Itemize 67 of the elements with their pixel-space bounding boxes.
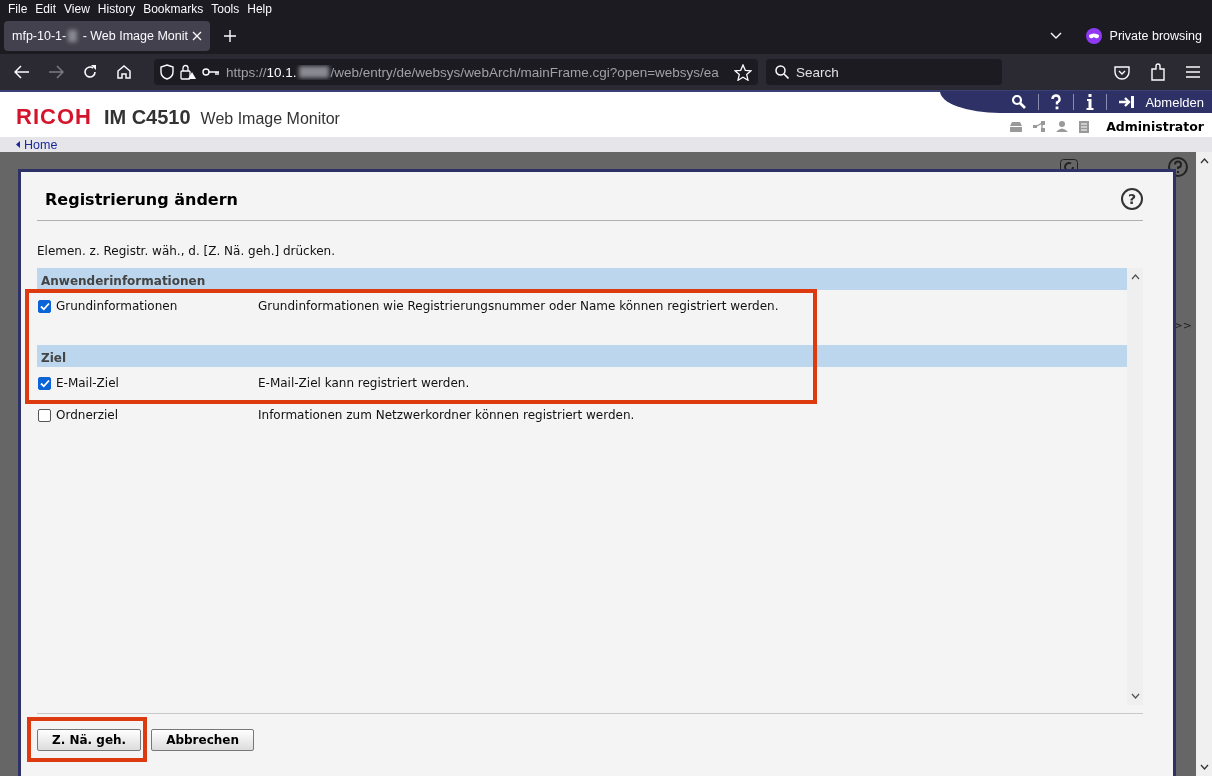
- blurred-text: [68, 30, 78, 42]
- option-description: E-Mail-Ziel kann registriert werden.: [258, 376, 470, 390]
- home-icon[interactable]: [116, 64, 132, 80]
- option-label[interactable]: Grundinformationen: [56, 299, 258, 313]
- reload-icon[interactable]: [82, 64, 98, 80]
- puzzle-icon[interactable]: [1150, 63, 1166, 81]
- checkbox[interactable]: [38, 299, 51, 313]
- chevron-up-icon[interactable]: [1199, 158, 1209, 164]
- checkbox[interactable]: [38, 376, 51, 390]
- forward-icon[interactable]: [48, 65, 64, 79]
- network-icon: [1033, 121, 1046, 132]
- back-icon[interactable]: [14, 65, 30, 79]
- menu-item[interactable]: Bookmarks: [139, 2, 208, 16]
- option-description: Informationen zum Netzwerkordner können registriert werden.: [258, 408, 635, 422]
- info-icon[interactable]: [1086, 94, 1095, 110]
- url-text: 10.1.: [266, 64, 297, 80]
- address-bar[interactable]: https://10.1. /web/entry/de/websys/webArch/mainFrame.cgi?open=websys/ea: [154, 59, 758, 85]
- chevron-down-icon[interactable]: [1130, 693, 1140, 699]
- chevron-up-icon[interactable]: [1130, 274, 1140, 280]
- menu-item[interactable]: History: [93, 2, 140, 16]
- blurred-text: [298, 66, 329, 78]
- help-icon[interactable]: [1168, 157, 1188, 177]
- pocket-icon[interactable]: [1114, 64, 1130, 80]
- url-text: https://: [226, 64, 267, 80]
- help-button[interactable]: ?: [1121, 188, 1143, 210]
- scrollbar[interactable]: [1127, 268, 1143, 705]
- chevron-down-icon[interactable]: [1199, 764, 1209, 770]
- lock-warning-icon: [180, 64, 196, 80]
- plus-icon[interactable]: [224, 30, 236, 42]
- key-icon: [202, 67, 220, 77]
- mask-icon: [1085, 28, 1102, 44]
- private-browsing-label: Private browsing: [1109, 29, 1202, 43]
- tray-icon: [1010, 121, 1023, 132]
- section-heading: Ziel: [37, 345, 1127, 367]
- product-name: Web Image Monitor: [200, 110, 340, 128]
- browser-tab[interactable]: mfp-10-1- - Web Image Monit: [4, 21, 210, 51]
- menu-item[interactable]: Tools: [207, 2, 244, 16]
- menu-item[interactable]: Help: [243, 2, 276, 16]
- close-icon[interactable]: [192, 31, 202, 41]
- scrollbar[interactable]: [1196, 152, 1212, 776]
- checkbox[interactable]: [38, 408, 51, 422]
- star-icon[interactable]: [734, 63, 752, 81]
- dialog-button[interactable]: Abbrechen: [151, 729, 255, 751]
- menu-item[interactable]: Edit: [31, 2, 61, 16]
- logout-link[interactable]: Abmelden: [1145, 94, 1204, 110]
- menu-item[interactable]: File: [4, 2, 32, 16]
- help-icon[interactable]: [1051, 94, 1062, 110]
- dialog-title: Registrierung ändern: [45, 189, 238, 209]
- model-name: IM C4510: [103, 106, 191, 129]
- instruction-text: Elemen. z. Registr. wäh., d. [Z. Nä. geh.] drücken.: [37, 243, 337, 260]
- option-label[interactable]: Ordnerziel: [56, 408, 258, 422]
- person-icon: [1056, 121, 1069, 132]
- shield-icon: [160, 64, 174, 80]
- menu-icon[interactable]: [1186, 66, 1200, 78]
- user-name: Administrator: [1106, 119, 1204, 134]
- menu-item[interactable]: View: [60, 2, 94, 16]
- dialog-button[interactable]: Z. Nä. geh.: [37, 729, 142, 751]
- option-description: Grundinformationen wie Registrierungsnummer oder Name können registriert werden.: [258, 299, 779, 313]
- caret-left-icon: [16, 141, 20, 148]
- document-icon: [1079, 120, 1090, 133]
- brand-logo: RICOH: [16, 104, 92, 130]
- url-text: /web/entry/de/websys/webArch/mainFrame.cgi?open=websys/ea: [330, 64, 719, 80]
- section-heading: Anwenderinformationen: [37, 268, 1127, 290]
- home-link[interactable]: Home: [16, 137, 58, 152]
- search-icon[interactable]: [1012, 95, 1027, 109]
- option-label[interactable]: E-Mail-Ziel: [56, 376, 258, 390]
- search-field[interactable]: Search: [766, 59, 1002, 85]
